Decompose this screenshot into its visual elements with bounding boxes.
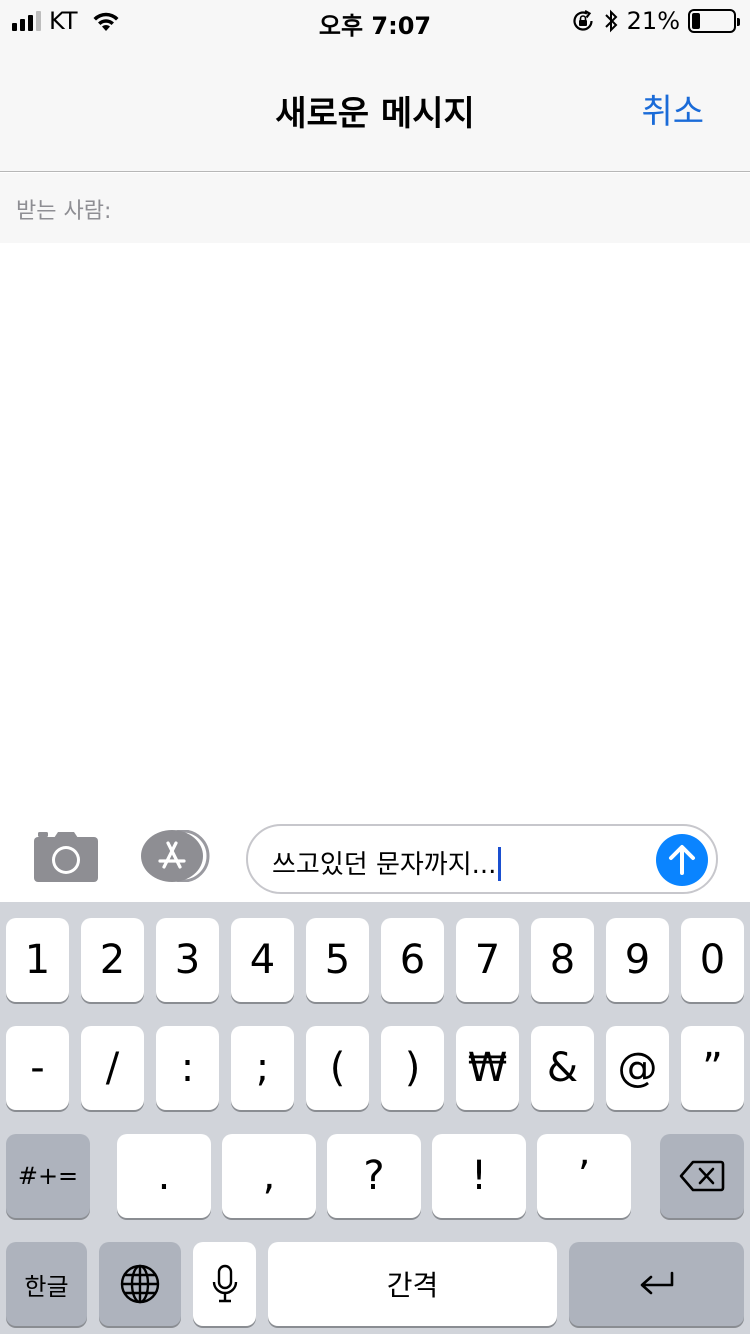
symbol-key[interactable]: @ xyxy=(606,1026,669,1110)
send-button[interactable] xyxy=(656,834,708,886)
return-icon xyxy=(640,1271,673,1295)
message-input-bar: 쓰고있던 문자까지... xyxy=(0,818,750,902)
cancel-button[interactable]: 취소 xyxy=(641,84,704,133)
number-key[interactable]: 9 xyxy=(606,918,669,1002)
keyboard: 1234567890 - /:;() ₩ & @” #+= .,?!’ 한글 간… xyxy=(0,902,750,1334)
orientation-lock-icon xyxy=(573,10,593,31)
battery-percent: 21% xyxy=(626,7,680,35)
number-key[interactable]: 8 xyxy=(531,918,594,1002)
arrow-up-icon xyxy=(669,845,695,875)
symbol-key[interactable]: - xyxy=(6,1026,69,1110)
recipient-field[interactable]: 받는 사람: xyxy=(0,173,750,243)
space-key[interactable]: 간격 xyxy=(268,1242,557,1326)
symbol-key[interactable]: ( xyxy=(306,1026,369,1110)
number-key[interactable]: 2 xyxy=(81,918,144,1002)
navigation-bar: 새로운 메시지 취소 xyxy=(0,42,750,172)
symbol-key[interactable]: ₩ xyxy=(456,1026,519,1110)
number-key[interactable]: 0 xyxy=(681,918,744,1002)
battery-icon xyxy=(688,9,740,33)
punctuation-key[interactable]: . xyxy=(117,1134,211,1218)
number-key[interactable]: 6 xyxy=(381,918,444,1002)
number-key[interactable]: 3 xyxy=(156,918,219,1002)
microphone-key[interactable] xyxy=(193,1242,256,1326)
punctuation-key[interactable]: ? xyxy=(327,1134,421,1218)
message-text-field[interactable]: 쓰고있던 문자까지... xyxy=(246,824,718,894)
hangul-key[interactable]: 한글 xyxy=(6,1242,87,1326)
globe-key[interactable] xyxy=(99,1242,181,1326)
delete-key[interactable] xyxy=(660,1134,744,1218)
return-key[interactable] xyxy=(569,1242,744,1326)
punctuation-key[interactable]: , xyxy=(222,1134,316,1218)
status-bar: KT 오후 7:07 21% xyxy=(0,0,750,42)
battery-level xyxy=(692,13,701,29)
number-key[interactable]: 1 xyxy=(6,918,69,1002)
symbol-key[interactable]: ” xyxy=(681,1026,744,1110)
status-right: 21% xyxy=(571,7,740,35)
message-text: 쓰고있던 문자까지... xyxy=(272,844,502,881)
bluetooth-icon xyxy=(604,9,618,33)
number-key[interactable]: 7 xyxy=(456,918,519,1002)
text-caret xyxy=(498,846,502,881)
symbol-key[interactable]: / xyxy=(81,1026,144,1110)
camera-icon[interactable] xyxy=(34,832,98,882)
symbols-mode-key[interactable]: #+= xyxy=(6,1134,90,1218)
conversation-area xyxy=(0,243,750,903)
globe-icon xyxy=(120,1264,160,1304)
recipient-label: 받는 사람: xyxy=(16,199,112,224)
punctuation-key[interactable]: ! xyxy=(432,1134,526,1218)
symbol-key[interactable]: & xyxy=(531,1026,594,1110)
punctuation-key[interactable]: ’ xyxy=(537,1134,631,1218)
microphone-icon xyxy=(212,1264,237,1303)
number-key[interactable]: 4 xyxy=(231,918,294,1002)
symbol-key[interactable]: : xyxy=(156,1026,219,1110)
backspace-icon xyxy=(679,1160,725,1192)
symbol-key[interactable]: ; xyxy=(231,1026,294,1110)
page-title: 새로운 메시지 xyxy=(275,94,475,134)
app-store-icon[interactable] xyxy=(140,830,212,882)
symbol-key[interactable]: ) xyxy=(381,1026,444,1110)
number-key[interactable]: 5 xyxy=(306,918,369,1002)
